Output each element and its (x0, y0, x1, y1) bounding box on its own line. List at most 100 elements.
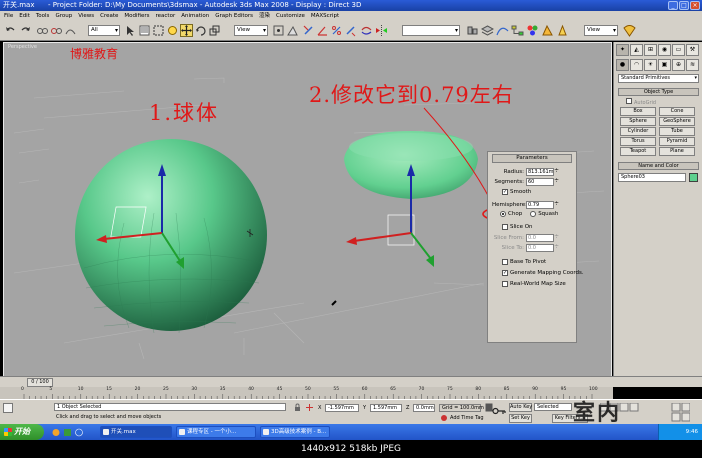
modify-tab-icon[interactable]: ◭ (630, 44, 643, 56)
tube-button[interactable]: Tube (659, 127, 695, 136)
key-selection-dropdown[interactable]: Selected (534, 403, 572, 411)
rectangular-selection-icon[interactable] (152, 24, 165, 37)
menu-views[interactable]: Views (78, 11, 94, 21)
named-selection-icon[interactable] (360, 24, 373, 37)
squash-radio[interactable] (530, 211, 537, 217)
select-and-move-icon[interactable] (180, 24, 193, 37)
object-name-field[interactable]: Sphere03 (618, 173, 686, 182)
geosphere-button[interactable]: GeoSphere (659, 117, 695, 126)
primitive-category-dropdown[interactable]: Standard Primitives (618, 74, 699, 83)
radius-spinner[interactable]: 813.161m (526, 168, 559, 176)
start-button[interactable]: 开始 (0, 424, 44, 440)
time-slider[interactable]: 0 / 100 (27, 378, 53, 387)
smooth-checkbox[interactable]: ✓ (502, 189, 508, 195)
parameters-header[interactable]: Parameters (492, 154, 572, 163)
menu-animation[interactable]: Animation (181, 11, 209, 21)
helpers-icon[interactable]: ⊕ (672, 59, 685, 71)
reference-coordinate-dropdown[interactable]: View (234, 25, 268, 36)
menu-reactor[interactable]: reactor (156, 11, 176, 21)
material-editor-icon[interactable] (526, 24, 539, 37)
menu-create[interactable]: Create (100, 11, 118, 21)
cylinder-button[interactable]: Cylinder (620, 127, 656, 136)
object-type-header[interactable]: Object Type (618, 88, 699, 96)
schematic-view-icon[interactable] (511, 24, 524, 37)
menu-tools[interactable]: Tools (36, 11, 50, 21)
auto-key-button[interactable]: Auto Key (509, 403, 532, 412)
box-button[interactable]: Box (620, 107, 656, 116)
menu-group[interactable]: Group (55, 11, 72, 21)
viewport-label[interactable]: Perspective (8, 44, 37, 50)
quick-render-icon[interactable] (623, 24, 636, 37)
set-key-button[interactable]: Set Key (509, 414, 532, 423)
layer-manager-icon[interactable] (481, 24, 494, 37)
menu-graph-editors[interactable]: Graph Editors (215, 11, 253, 21)
shapes-icon[interactable]: ◠ (630, 59, 643, 71)
link-icon[interactable] (36, 24, 49, 37)
curve-editor-icon[interactable] (496, 24, 509, 37)
name-color-header[interactable]: Name and Color (618, 162, 699, 170)
percent-snap-icon[interactable] (330, 24, 343, 37)
hierarchy-tab-icon[interactable]: ⊞ (644, 44, 657, 56)
quick-launch-icons[interactable] (52, 428, 86, 437)
display-tab-icon[interactable]: ▭ (672, 44, 685, 56)
lock-selection-icon[interactable] (293, 403, 302, 412)
autogrid-checkbox[interactable] (626, 98, 632, 104)
snaps-toggle-icon[interactable] (302, 24, 315, 37)
select-by-name-icon[interactable] (138, 24, 151, 37)
redo-icon[interactable] (19, 24, 32, 37)
base-to-pivot-checkbox[interactable] (502, 259, 508, 265)
space-warps-icon[interactable]: ≋ (686, 59, 699, 71)
select-object-icon[interactable] (124, 24, 137, 37)
taskbar-item-browser[interactable]: 课程专区 - 一个小... (176, 426, 256, 438)
close-button[interactable]: × (690, 1, 700, 10)
undo-icon[interactable] (4, 24, 17, 37)
mirror-icon[interactable] (375, 24, 388, 37)
maximize-button[interactable]: □ (679, 1, 689, 10)
z-coordinate-field[interactable]: 0.0mm (413, 404, 435, 412)
x-coordinate-field[interactable]: -1.597mm (325, 404, 359, 412)
menu-customize[interactable]: Customize (276, 11, 305, 21)
cameras-icon[interactable]: ▣ (658, 59, 671, 71)
geometry-icon[interactable]: ● (616, 59, 629, 71)
plane-button[interactable]: Plane (659, 147, 695, 156)
taskbar-item-3dsmax[interactable]: 开关.max (100, 426, 172, 438)
create-tab-icon[interactable]: ✦ (616, 44, 629, 56)
track-bar[interactable]: 0 5 10 15 20 25 30 35 40 45 50 55 60 65 70 75 80 85 90 95 10… (0, 387, 613, 399)
render-view-dropdown[interactable]: View (584, 25, 618, 36)
render-setup-icon[interactable] (541, 24, 554, 37)
hemisphere-spinner[interactable]: 0.79 (526, 201, 559, 209)
object-color-swatch[interactable] (689, 173, 698, 182)
select-and-rotate-icon[interactable] (194, 24, 207, 37)
manipulate-icon[interactable] (286, 24, 299, 37)
unlink-icon[interactable] (50, 24, 63, 37)
torus-button[interactable]: Torus (620, 137, 656, 146)
pyramid-button[interactable]: Pyramid (659, 137, 695, 146)
generate-mapping-checkbox[interactable]: ✓ (502, 270, 508, 276)
perspective-viewport[interactable]: Perspective 博雅教育 1.球体 2.修改它到0.79左右 Param… (3, 42, 612, 384)
slice-from-spinner[interactable]: 0.0 (526, 234, 559, 242)
menu-rendering[interactable]: 渲染 (259, 11, 270, 21)
menu-file[interactable]: File (4, 11, 13, 21)
window-crossing-icon[interactable] (166, 24, 179, 37)
rendered-frame-window-icon[interactable] (556, 24, 569, 37)
maxscript-listener-icon[interactable] (3, 403, 13, 413)
add-time-tag[interactable]: Add Time Tag (450, 414, 484, 422)
motion-tab-icon[interactable]: ◉ (658, 44, 671, 56)
absolute-mode-icon[interactable] (305, 403, 314, 412)
lights-icon[interactable]: ☀ (644, 59, 657, 71)
sphere-button[interactable]: Sphere (620, 117, 656, 126)
align-icon[interactable] (466, 24, 479, 37)
slice-on-checkbox[interactable] (502, 224, 508, 230)
utilities-tab-icon[interactable]: ⚒ (686, 44, 699, 56)
spinner-snap-icon[interactable] (344, 24, 357, 37)
menu-edit[interactable]: Edit (19, 11, 30, 21)
menu-maxscript[interactable]: MAXScript (311, 11, 339, 21)
selection-filter-dropdown[interactable]: All (88, 25, 120, 36)
menu-modifiers[interactable]: Modifiers (124, 11, 149, 21)
chop-radio[interactable] (500, 211, 506, 217)
taskbar-item-browser-2[interactable]: 3D高级技术案例 - B... (260, 426, 330, 438)
select-and-scale-icon[interactable] (208, 24, 221, 37)
segments-spinner[interactable]: 60 (526, 178, 559, 186)
minimize-button[interactable]: _ (668, 1, 678, 10)
y-coordinate-field[interactable]: 1.597mm (370, 404, 402, 412)
